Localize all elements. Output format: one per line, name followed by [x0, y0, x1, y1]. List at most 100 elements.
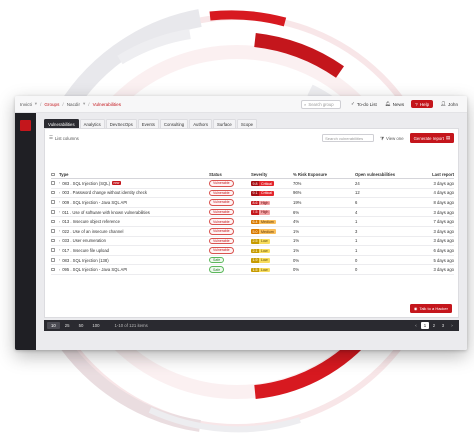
page-size-50[interactable]: 50 — [75, 322, 88, 329]
new-badge: new — [112, 181, 121, 186]
row-checkbox[interactable] — [51, 267, 55, 272]
row-checkbox[interactable] — [51, 219, 55, 224]
chevron-right-icon[interactable]: › — [59, 239, 60, 243]
page-size-25[interactable]: 25 — [61, 322, 74, 329]
table-row[interactable]: › 083 . SQL Injection (138) Safe 1.9 Low 0% 0 5… — [51, 256, 454, 266]
table-row[interactable]: › 009 . SQL Injection - Java SQL API Vulne… — [51, 198, 454, 208]
row-type: 011 . Use of software with known vulnera… — [62, 209, 150, 215]
tab-vulnerabilities[interactable]: Vulnerabilities — [44, 119, 79, 128]
table-row[interactable]: › 022 . Use of an insecure channel Vulnera… — [51, 227, 454, 237]
tab-authors[interactable]: Authors — [189, 119, 212, 128]
chevron-right-icon[interactable]: › — [59, 220, 60, 224]
tab-surface[interactable]: Surface — [213, 119, 236, 128]
prev-page-icon[interactable]: ‹ — [412, 322, 420, 329]
view-label: View one — [385, 135, 404, 141]
column-risk[interactable]: % Risk Exposure — [293, 172, 355, 177]
app-window: Invicti ▾ / Groups / Nacdir ▾ / Vulnerab… — [15, 96, 467, 350]
open-vulnerabilities: 12 — [355, 190, 360, 196]
status-badge: Vulnerable — [209, 199, 234, 206]
table-row[interactable]: › 011 . Use of software with known vulner… — [51, 208, 454, 218]
table-row[interactable]: › 095 . SQL Injection - Java SQL API Safe 1… — [51, 265, 454, 275]
chevron-right-icon[interactable]: › — [59, 200, 60, 204]
chevron-right-icon[interactable]: › — [59, 191, 60, 195]
table-row[interactable]: › 013 . Insecure object reference Vulnerab… — [51, 217, 454, 227]
logo[interactable] — [20, 120, 31, 131]
risk-exposure: 19% — [293, 199, 302, 205]
last-report: 3 days ago — [433, 180, 455, 186]
column-type[interactable]: Type — [59, 172, 209, 177]
severity-label: Medium — [259, 219, 276, 225]
talk-to-hacker-button[interactable]: ◉ Talk to a Hacker — [409, 304, 452, 313]
user-menu[interactable]: 👤︎ John — [440, 101, 458, 107]
table-row[interactable]: › 083 . SQL Injection (SQL) new Vulnerable 9… — [51, 179, 454, 189]
row-checkbox[interactable] — [51, 258, 55, 262]
breadcrumb-item-group[interactable]: Nacdir — [67, 102, 80, 107]
severity-score: 1.9 — [251, 258, 259, 263]
column-open[interactable]: Open vulnerabilities — [355, 172, 411, 177]
page-2[interactable]: 2 — [430, 322, 438, 329]
row-type: 009 . SQL Injection - Java SQL API — [62, 199, 128, 205]
todo-link[interactable]: ✓ To-do List — [351, 101, 377, 107]
user-label: John — [448, 101, 458, 107]
severity-badge: 2.1 Low — [251, 248, 270, 254]
page-1[interactable]: 1 — [421, 322, 429, 329]
news-link[interactable]: 🔔︎ News — [385, 101, 404, 107]
page-3[interactable]: 3 — [439, 322, 447, 329]
row-checkbox[interactable] — [51, 248, 55, 252]
severity-score: 8.6 — [251, 200, 259, 206]
row-checkbox[interactable] — [51, 200, 55, 204]
generate-report-button[interactable]: Generate report ▤ — [409, 133, 454, 143]
chevron-right-icon[interactable]: › — [59, 210, 60, 214]
tab-scope[interactable]: Scope — [236, 119, 257, 128]
severity-label: Low — [259, 248, 270, 254]
chevron-right-icon[interactable]: › — [59, 258, 60, 262]
column-status[interactable]: Status — [209, 172, 251, 177]
select-all-checkbox[interactable] — [51, 172, 55, 176]
row-checkbox[interactable] — [51, 190, 55, 195]
column-severity[interactable]: Severity — [251, 172, 293, 177]
row-type: 017 . Insecure file upload — [62, 247, 109, 253]
severity-label: High — [259, 210, 271, 215]
status-badge: Vulnerable — [209, 237, 234, 245]
tab-devsecops[interactable]: DevSecOps — [105, 119, 137, 128]
check-icon: ✓ — [351, 101, 355, 106]
tab-consulting[interactable]: Consulting — [159, 119, 189, 128]
help-button[interactable]: ? Help — [411, 100, 434, 108]
user-icon: 👤︎ — [440, 101, 447, 106]
tab-analytics[interactable]: Analytics — [79, 119, 105, 128]
table-row[interactable]: › 003 . Password change without identity … — [51, 189, 454, 199]
page-size-100[interactable]: 100 — [88, 322, 103, 329]
row-type-cell: › 022 . Use of an insecure channel — [59, 229, 209, 234]
page-size-10[interactable]: 10 — [47, 322, 60, 329]
next-page-icon[interactable]: › — [448, 322, 456, 329]
chevron-right-icon[interactable]: › — [59, 181, 60, 185]
todo-label: To-do List — [356, 101, 377, 107]
list-columns-button[interactable]: ☰ List columns — [49, 135, 79, 141]
severity-label: Low — [259, 258, 270, 263]
search-input[interactable]: ⌕ Search group — [301, 99, 342, 109]
row-checkbox[interactable] — [51, 229, 55, 233]
filter-input[interactable]: Search vulnerabilities — [322, 134, 375, 142]
severity-badge: 5.0 Medium — [251, 229, 276, 234]
breadcrumb-item-invicti[interactable]: Invicti — [20, 102, 32, 107]
tab-events[interactable]: Events — [137, 119, 159, 128]
status-badge: Safe — [209, 256, 225, 264]
table-row[interactable]: › 017 . Insecure file upload Vulnerable 2.1… — [51, 246, 454, 256]
column-last-report[interactable]: Last report — [411, 172, 454, 177]
chevron-right-icon[interactable]: › — [59, 229, 60, 233]
breadcrumb-item-current[interactable]: Vulnerabilities — [93, 102, 121, 107]
severity-score: 9.1 — [251, 190, 259, 196]
breadcrumb-separator: / — [88, 101, 90, 107]
row-checkbox[interactable] — [51, 181, 55, 185]
row-checkbox[interactable] — [51, 210, 55, 214]
breadcrumb-item-groups[interactable]: Groups — [44, 102, 59, 107]
severity-score: 1.5 — [251, 267, 259, 273]
chevron-right-icon[interactable]: › — [59, 248, 60, 252]
row-checkbox[interactable] — [51, 238, 55, 243]
list-columns-label: List columns — [54, 135, 79, 141]
chevron-right-icon[interactable]: › — [59, 268, 60, 272]
filter-icon: ⧩ — [380, 135, 384, 141]
view-button[interactable]: ⧩ View one — [380, 136, 403, 141]
vulnerabilities-card: ☰ List columns Search vulnerabilities ⧩ … — [44, 128, 459, 318]
table-row[interactable]: › 033 . User enumeration Vulnerable 2.5 Low 1… — [51, 237, 454, 247]
